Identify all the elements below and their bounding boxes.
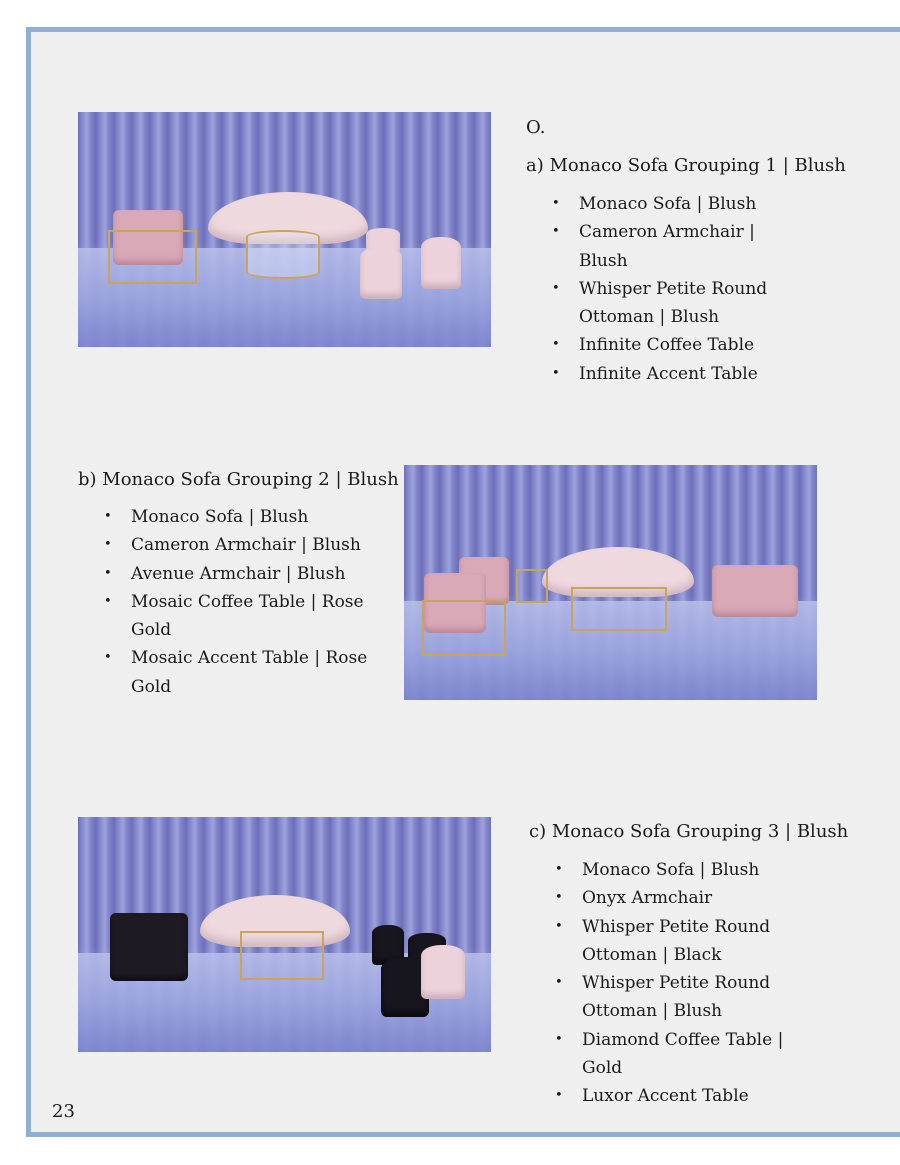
grouping-3-photo: [78, 817, 491, 1052]
list-item: Whisper Petite Round Ottoman | Blush: [555, 969, 820, 1026]
armchair: [712, 565, 798, 617]
ottoman: [421, 945, 465, 999]
coffee-table: [240, 931, 324, 980]
list-item: Diamond Coffee Table | Gold: [555, 1026, 820, 1083]
list-item: Whisper Petite Round Ottoman | Blush: [552, 275, 802, 332]
coffee-table: [571, 587, 667, 631]
list-item: Infinite Accent Table: [552, 360, 802, 389]
armchair: [110, 913, 188, 981]
armchair-frame: [108, 230, 197, 284]
list-item: Monaco Sofa | Blush: [552, 190, 802, 219]
grouping-1-list: Monaco Sofa | Blush Cameron Armchair | B…: [552, 190, 802, 388]
list-item: Cameron Armchair | Blush: [552, 218, 802, 275]
grouping-3-list: Monaco Sofa | Blush Onyx Armchair Whispe…: [555, 856, 820, 1111]
list-item: Whisper Petite Round Ottoman | Black: [555, 913, 820, 970]
grouping-1-title: a) Monaco Sofa Grouping 1 | Blush: [526, 155, 846, 176]
page-number: 23: [52, 1101, 75, 1122]
grouping-2-title: b) Monaco Sofa Grouping 2 | Blush: [78, 469, 399, 490]
list-item: Mosaic Coffee Table | Rose Gold: [104, 588, 404, 645]
grouping-3-title: c) Monaco Sofa Grouping 3 | Blush: [529, 821, 849, 842]
coffee-table: [246, 230, 320, 279]
grouping-2-photo: [404, 465, 817, 700]
accent-table: [516, 569, 548, 603]
list-item: Luxor Accent Table: [555, 1082, 820, 1111]
grouping-2-list: Monaco Sofa | Blush Cameron Armchair | B…: [104, 503, 404, 701]
list-item: Monaco Sofa | Blush: [104, 503, 404, 532]
section-label: O.: [526, 117, 546, 138]
list-item: Avenue Armchair | Blush: [104, 560, 404, 589]
list-item: Mosaic Accent Table | Rose Gold: [104, 644, 404, 701]
ottoman: [421, 237, 461, 289]
grouping-1-photo: [78, 112, 491, 347]
list-item: Monaco Sofa | Blush: [555, 856, 820, 885]
list-item: Onyx Armchair: [555, 884, 820, 913]
ottoman: [360, 247, 402, 299]
armchair-frame: [422, 600, 506, 656]
list-item: Cameron Armchair | Blush: [104, 531, 404, 560]
list-item: Infinite Coffee Table: [552, 331, 802, 360]
